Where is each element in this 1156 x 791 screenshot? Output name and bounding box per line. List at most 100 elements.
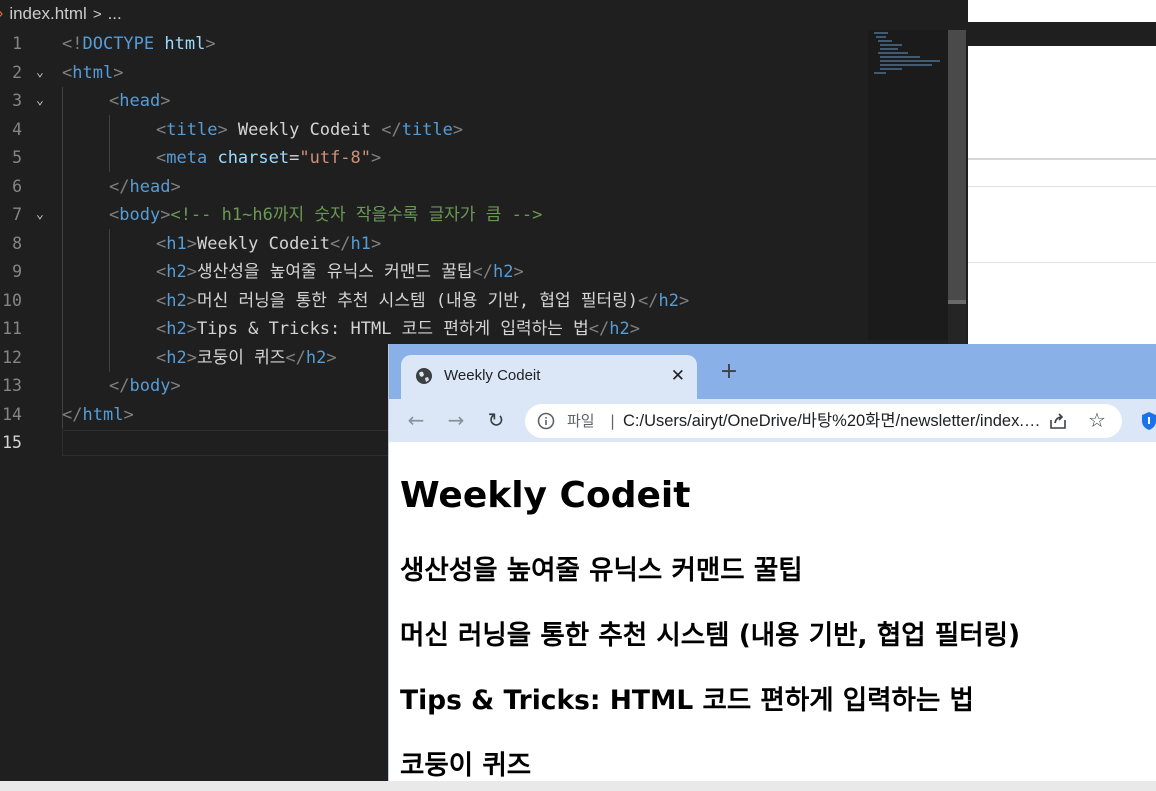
code-line[interactable]: 7 ⌄ <body><!-- h1~h6까지 숫자 작을수록 글자가 큼 --> [0, 201, 860, 230]
browser-window[interactable]: Weekly Codeit ✕ + ← → ↻ 파일 | C:/Users/ai… [389, 344, 1156, 791]
code-token: h2 [493, 262, 514, 282]
code-token: </ [472, 262, 494, 282]
fold-chevron-icon[interactable]: ⌄ [36, 201, 44, 230]
code-line[interactable]: 6 </head> [0, 173, 860, 202]
code-token: h2 [609, 319, 630, 339]
address-bar[interactable]: 파일 | C:/Users/airyt/OneDrive/바탕%20화면/new… [525, 404, 1122, 438]
globe-icon [416, 368, 432, 384]
code-text: <h2>코둥이 퀴즈</h2> [156, 344, 337, 373]
code-token: < [109, 205, 120, 225]
line-number: 10 [2, 290, 22, 310]
code-text: </head> [109, 173, 181, 202]
new-tab-button[interactable]: + [715, 358, 743, 386]
code-token: DOCTYPE [82, 34, 155, 54]
fold-chevron-icon[interactable]: ⌄ [36, 59, 44, 88]
code-token: > [513, 262, 524, 282]
line-number: 4 [12, 119, 22, 139]
code-token: h1 [166, 233, 187, 254]
web-page-content: Weekly Codeit 생산성을 높여줄 유닉스 커맨드 꿀팁 머신 러닝을… [389, 443, 1156, 791]
code-token: </ [638, 290, 659, 311]
code-token: > [186, 347, 197, 368]
back-button[interactable]: ← [399, 403, 433, 437]
breadcrumb-separator: > [92, 5, 102, 23]
minimap-line [874, 32, 888, 34]
code-token: > [678, 290, 690, 311]
line-number: 8 [12, 233, 22, 253]
code-token: body [129, 376, 171, 396]
minimap-line [880, 68, 902, 70]
minimap-line [880, 48, 898, 50]
breadcrumb: › index.html > ... [0, 0, 968, 28]
code-text: <body><!-- h1~h6까지 숫자 작을수록 글자가 큼 --> [109, 201, 542, 230]
code-token: head [119, 91, 161, 111]
code-token: </ [588, 319, 610, 339]
code-token: < [156, 148, 167, 168]
minimap-line [880, 56, 920, 58]
code-token: <!-- h1~h6까지 숫자 작을수록 글자가 큼 --> [170, 205, 543, 225]
code-token: </ [62, 404, 83, 425]
line-number: 3 [12, 91, 22, 110]
code-token: title [401, 119, 453, 140]
fold-chevron-icon[interactable]: ⌄ [36, 87, 44, 116]
code-text: <h2>머신 러닝을 통한 추천 시스템 (내용 기반, 협업 필터링)</h2… [156, 287, 689, 316]
reload-button[interactable]: ↻ [479, 403, 513, 437]
breadcrumb-file[interactable]: index.html [9, 4, 86, 24]
code-line[interactable]: 1 <!DOCTYPE html> [0, 30, 860, 59]
code-token: > [186, 290, 197, 311]
code-token: > [170, 176, 181, 197]
tab-close-icon[interactable]: ✕ [671, 355, 685, 397]
code-line[interactable]: 8 <h1>Weekly Codeit</h1> [0, 230, 860, 259]
code-text: <!DOCTYPE html> [62, 30, 216, 59]
code-token: head [129, 176, 171, 197]
code-line[interactable]: 2 ⌄ <html> [0, 59, 860, 88]
code-text: <h2>Tips & Tricks: HTML 코드 편하게 입력하는 법</h… [156, 315, 640, 344]
divider [968, 158, 1156, 160]
code-text: <meta charset="utf-8"> [156, 144, 381, 173]
code-token: > [186, 262, 197, 282]
code-token: h2 [166, 347, 187, 368]
code-token: title [166, 119, 218, 140]
info-icon[interactable] [537, 412, 555, 430]
code-token: > [371, 148, 382, 168]
code-token: > [113, 62, 124, 83]
bookmark-star-icon[interactable]: ☆ [1088, 409, 1106, 431]
browser-tab[interactable]: Weekly Codeit ✕ [401, 355, 697, 399]
editor-scroll-thumb[interactable] [948, 30, 966, 302]
share-icon[interactable] [1048, 412, 1068, 430]
code-token: h2 [166, 319, 187, 339]
code-line[interactable]: 9 <h2>생산성을 높여줄 유닉스 커맨드 꿀팁</h2> [0, 258, 860, 287]
forward-button[interactable]: → [439, 403, 473, 437]
code-token: html [82, 404, 124, 425]
minimap-line [878, 52, 908, 54]
code-line[interactable]: 4 <title> Weekly Codeit </title> [0, 116, 860, 145]
code-line[interactable]: 11 <h2>Tips & Tricks: HTML 코드 편하게 입력하는 법<… [0, 315, 860, 344]
code-text: </body> [109, 372, 181, 401]
code-line[interactable]: 5 <meta charset="utf-8"> [0, 144, 860, 173]
code-token: = [289, 148, 300, 168]
html-file-icon: › [0, 5, 3, 23]
minimap[interactable] [868, 30, 948, 340]
code-token: Weekly Codeit [227, 119, 382, 140]
code-token: > [186, 233, 197, 254]
code-token: > [170, 376, 181, 396]
code-token: 코둥이 퀴즈 [196, 347, 286, 368]
breadcrumb-more[interactable]: ... [108, 4, 122, 24]
code-line[interactable]: 10 <h2>머신 러닝을 통한 추천 시스템 (내용 기반, 협업 필터링)</… [0, 287, 860, 316]
code-token: </ [330, 233, 351, 254]
extension-shield-icon[interactable] [1141, 411, 1156, 431]
code-token: < [156, 119, 167, 140]
code-token: > [217, 119, 228, 140]
code-token: < [109, 91, 120, 111]
code-token: "utf-8" [299, 148, 372, 168]
code-line[interactable]: 3 ⌄ <head> [0, 87, 860, 116]
code-text: <h2>생산성을 높여줄 유닉스 커맨드 꿀팁</h2> [156, 258, 524, 287]
tab-title: Weekly Codeit [444, 367, 541, 384]
code-token: html [164, 34, 206, 54]
url-text[interactable]: C:/Users/airyt/OneDrive/바탕%20화면/newslett… [623, 404, 1043, 438]
line-number: 5 [12, 148, 22, 167]
line-number: 6 [12, 176, 22, 196]
code-text: <h1>Weekly Codeit</h1> [156, 230, 381, 259]
code-token: < [156, 262, 167, 282]
page-subheading: 생산성을 높여줄 유닉스 커맨드 꿀팁 [400, 555, 803, 586]
